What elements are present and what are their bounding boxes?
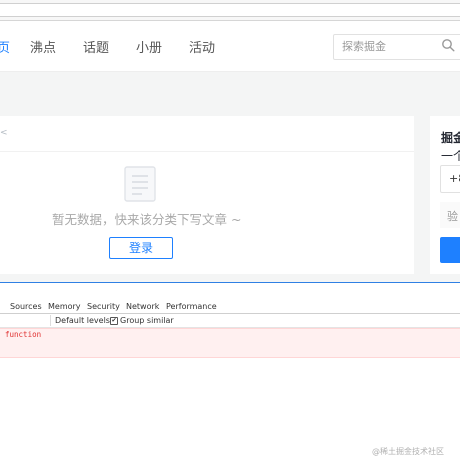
- group-similar-label: Group similar: [120, 316, 174, 325]
- tab-sources[interactable]: Sources: [10, 302, 42, 311]
- watermark: @稀土掘金技术社区: [372, 447, 444, 456]
- toolbar-separator: [50, 315, 51, 326]
- empty-document-icon: [124, 166, 156, 202]
- login-button[interactable]: 登录: [109, 237, 173, 259]
- tab-security[interactable]: Security: [87, 302, 120, 311]
- card-header-divider: [0, 151, 414, 152]
- card-header-mark: <: [0, 128, 8, 138]
- sidebar-subtitle: 一个: [441, 149, 460, 163]
- tab-performance[interactable]: Performance: [166, 302, 217, 311]
- search-placeholder: 探索掘金: [342, 40, 386, 53]
- nav-item-books[interactable]: 小册: [136, 37, 162, 56]
- tab-memory[interactable]: Memory: [48, 302, 81, 311]
- sidebar-title: 掘金: [441, 131, 460, 145]
- address-bar[interactable]: [0, 3, 460, 17]
- nav-item-events[interactable]: 活动: [189, 37, 215, 56]
- nav-item-topics[interactable]: 话题: [83, 37, 109, 56]
- group-similar-checkbox[interactable]: ✔: [110, 317, 118, 325]
- sidebar-submit-button[interactable]: [440, 237, 460, 263]
- phone-prefix-text: +8: [449, 172, 460, 185]
- search-icon[interactable]: [441, 38, 455, 52]
- tab-network[interactable]: Network: [126, 302, 159, 311]
- article-list-card: [0, 116, 414, 274]
- log-levels-dropdown[interactable]: Default levels ▾: [55, 316, 117, 325]
- empty-state-text: 暂无数据，快来该分类下写文章 ~: [52, 212, 242, 227]
- verification-code-placeholder: 验: [447, 210, 458, 223]
- nav-item-pins[interactable]: 沸点: [30, 37, 56, 56]
- console-error-message: function: [5, 330, 42, 339]
- nav-item-home[interactable]: 页: [0, 37, 10, 56]
- console-error-row: [0, 328, 460, 358]
